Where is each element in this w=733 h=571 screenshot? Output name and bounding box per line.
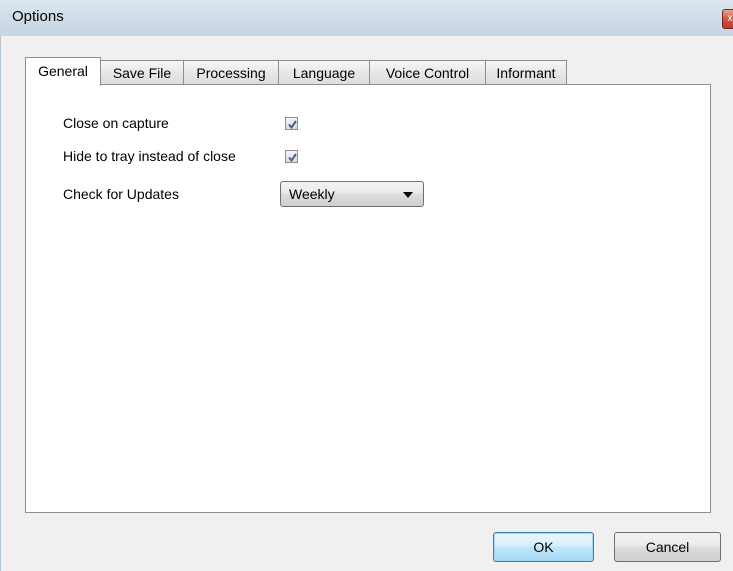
hide-to-tray-checkbox[interactable]: [285, 150, 298, 163]
tab-voice-control[interactable]: Voice Control: [369, 60, 486, 85]
ok-button[interactable]: OK: [493, 532, 594, 562]
window-border: [0, 36, 1, 571]
window-title: Options: [12, 8, 64, 25]
options-dialog: Options x General Save File Processing L…: [0, 0, 733, 571]
tab-language[interactable]: Language: [278, 60, 370, 85]
tab-label: Language: [292, 65, 356, 81]
title-bar[interactable]: Options x: [0, 0, 733, 36]
select-value: Weekly: [289, 186, 335, 202]
check-icon: [288, 120, 297, 130]
cancel-button[interactable]: Cancel: [614, 532, 721, 562]
tab-label: Processing: [196, 65, 266, 81]
tab-label: General: [38, 63, 88, 79]
check-for-updates-select[interactable]: Weekly: [280, 181, 424, 207]
general-tab-panel: Close on capture Hide to tray instead of…: [25, 84, 711, 513]
tab-label: Save File: [112, 65, 172, 81]
tab-processing[interactable]: Processing: [183, 60, 279, 85]
tab-label: Voice Control: [385, 65, 470, 81]
close-icon: x: [727, 13, 733, 24]
tab-informant[interactable]: Informant: [485, 60, 567, 85]
hide-to-tray-label: Hide to tray instead of close: [63, 148, 236, 164]
check-for-updates-label: Check for Updates: [63, 186, 179, 202]
chevron-down-icon: [403, 192, 413, 198]
tab-general[interactable]: General: [25, 57, 101, 86]
tab-label: Informant: [496, 65, 556, 81]
close-on-capture-checkbox[interactable]: [285, 117, 298, 130]
close-on-capture-label: Close on capture: [63, 115, 169, 131]
tab-save-file[interactable]: Save File: [100, 60, 184, 85]
close-button[interactable]: x: [722, 9, 733, 29]
check-icon: [288, 153, 297, 163]
